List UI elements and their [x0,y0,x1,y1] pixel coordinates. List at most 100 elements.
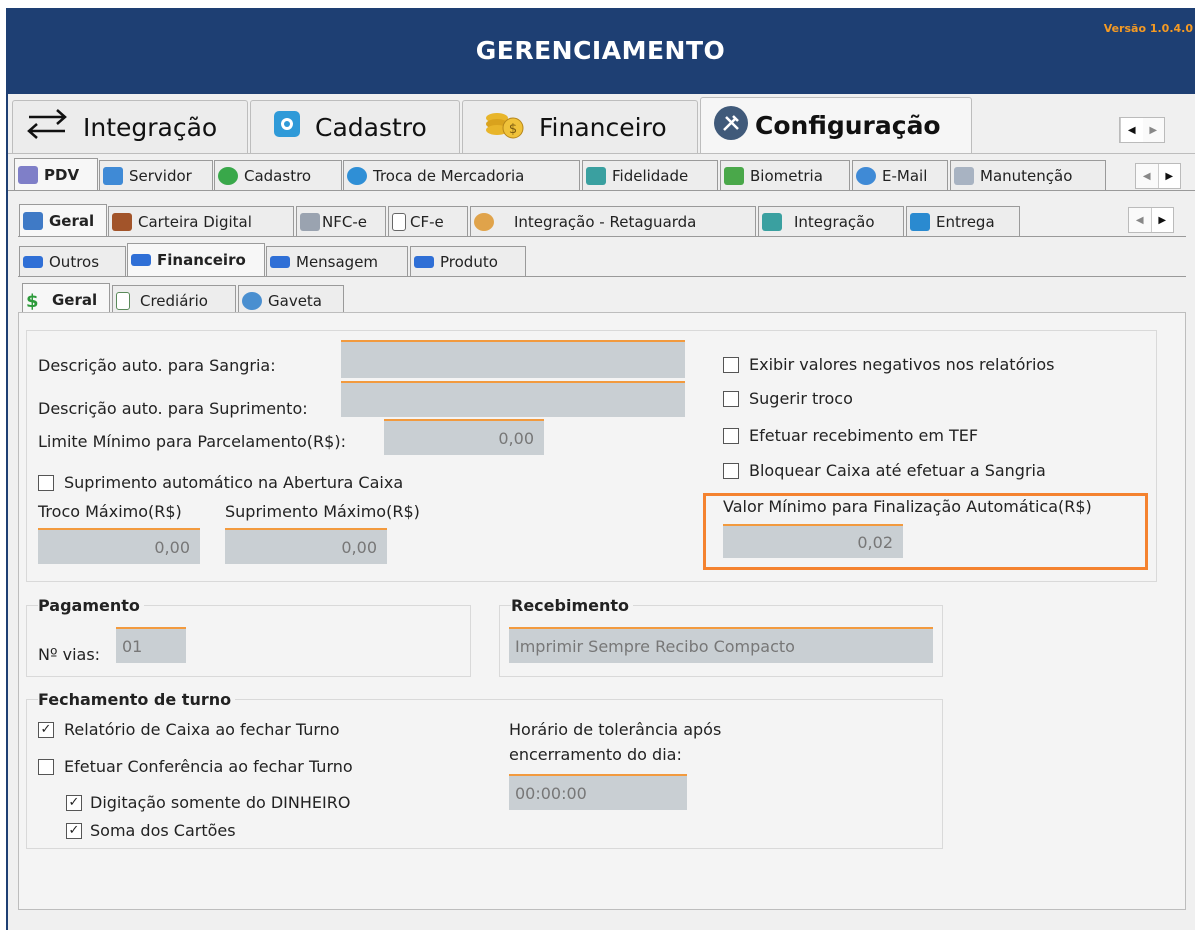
main-tab-cadastro[interactable]: Cadastro [250,100,460,153]
tab-geral-sub[interactable]: $ Geral [22,283,110,315]
scroll-left-icon[interactable]: ◀ [1136,164,1158,188]
tab-crediario[interactable]: Crediário [112,285,236,315]
refresh-icon [586,166,606,185]
tab-label: Fidelidade [612,166,689,185]
tab-label: Financeiro [157,251,246,269]
tab-label: Integração - Retaguarda [514,212,697,231]
checkbox-box[interactable]: ✓ [38,721,54,738]
checkbox-box[interactable] [38,474,54,491]
conferencia-checkbox[interactable]: Efetuar Conferência ao fechar Turno [38,757,353,776]
troco-maximo-input[interactable]: 0,00 [38,528,200,564]
checkbox-label: Suprimento automático na Abertura Caixa [64,473,404,492]
tab-integracao[interactable]: Integração [758,206,904,236]
tab-pdv[interactable]: PDV [14,158,98,191]
tab-biometria[interactable]: Biometria [720,160,850,190]
tab-mensagem[interactable]: Mensagem [266,246,408,276]
checkbox-box[interactable]: ✓ [66,794,82,811]
main-tabs-scroller[interactable]: ◀ ▶ [1119,117,1165,143]
level1-tabs-scroller[interactable]: ◀ ▶ [1135,163,1181,189]
tab-label: Integração [794,212,875,231]
cadastro-icon [271,108,303,146]
checkbox-box[interactable]: ✓ [66,822,82,839]
scroll-right-icon[interactable]: ▶ [1157,164,1180,188]
main-tab-configuracao[interactable]: Configuração [700,97,972,153]
tab-financeiro[interactable]: Financeiro [127,243,265,276]
level2-tabs-scroller[interactable]: ◀ ▶ [1128,207,1174,233]
tab-label: E-Mail [882,166,928,185]
suprimento-input[interactable] [341,381,685,417]
horario-input[interactable]: 00:00:00 [509,774,687,810]
tab-label: Geral [49,211,95,230]
tab-label: Cadastro [244,166,312,185]
biometry-icon [724,166,744,185]
dollar-icon: $ [26,290,39,312]
suprimento-maximo-label: Suprimento Máximo(R$) [225,502,420,521]
tab-label: Servidor [129,166,192,185]
tab-troca-de-mercadoria[interactable]: Troca de Mercadoria [343,160,580,190]
tab-nfce[interactable]: NFC-e [296,206,386,236]
limite-parcelamento-input[interactable]: 0,00 [384,419,544,455]
vias-label: Nº vias: [38,645,101,664]
valor-minimo-input[interactable]: 0,02 [723,524,903,558]
arrows-icon [23,107,71,147]
tab-cfe[interactable]: CF-e [388,206,468,236]
tab-carteira-digital[interactable]: Carteira Digital [108,206,294,236]
tab-label: Troca de Mercadoria [373,166,525,185]
tab-servidor[interactable]: Servidor [99,160,213,190]
main-tab-financeiro[interactable]: $ Financeiro [462,100,698,153]
tab-label: Crediário [140,291,208,310]
checkbox-box[interactable] [723,390,739,407]
tab-cadastro[interactable]: Cadastro [214,160,342,190]
main-tab-integracao[interactable]: Integração [12,100,248,153]
digitacao-dinheiro-checkbox[interactable]: ✓ Digitação somente do DINHEIRO [66,793,350,812]
tab-gaveta[interactable]: Gaveta [238,285,344,315]
valor-minimo-label: Valor Mínimo para Finalização Automática… [723,497,1092,516]
checkbox-box[interactable] [723,427,739,444]
horario-label-line2: encerramento do dia: [509,745,682,764]
scroll-left-icon[interactable]: ◀ [1129,208,1151,232]
tab-integracao-retaguarda[interactable]: Integração - Retaguarda [470,206,756,236]
vias-input[interactable]: 01 [116,627,186,663]
tabs-baseline [8,190,1195,191]
main-tab-label: Financeiro [539,112,667,142]
pdv-icon [18,166,38,184]
tab-label: PDV [44,166,80,184]
efetuar-tef-checkbox[interactable]: Efetuar recebimento em TEF [723,426,978,445]
pagamento-group [26,605,471,677]
checkbox-box[interactable] [723,462,739,479]
sugerir-troco-checkbox[interactable]: Sugerir troco [723,389,853,408]
fechamento-title: Fechamento de turno [38,690,236,709]
sangria-input[interactable] [341,340,685,378]
tab-manutencao[interactable]: Manutenção [950,160,1106,190]
relatorio-caixa-checkbox[interactable]: ✓ Relatório de Caixa ao fechar Turno [38,720,340,739]
suprimento-automatico-checkbox[interactable]: Suprimento automático na Abertura Caixa [38,473,403,492]
scroll-left-icon[interactable]: ◀ [1120,118,1143,142]
scroll-right-icon[interactable]: ▶ [1143,118,1165,142]
checkbox-label: Sugerir troco [749,389,853,408]
tab-entrega[interactable]: Entrega [906,206,1020,236]
tab-label: Geral [52,290,98,309]
tools-icon [713,105,749,147]
mensagem-icon [270,255,290,268]
soma-cartoes-checkbox[interactable]: ✓ Soma dos Cartões [66,821,236,840]
outros-icon [23,255,43,268]
suprimento-maximo-input[interactable]: 0,00 [225,528,387,564]
plus-icon [218,166,238,185]
checkbox-box[interactable] [38,758,54,775]
tab-geral[interactable]: Geral [19,204,107,236]
main-tab-label: Cadastro [315,112,427,142]
checkbox-box[interactable] [723,356,739,373]
tab-fidelidade[interactable]: Fidelidade [582,160,718,190]
tab-email[interactable]: E-Mail [852,160,948,190]
app-title: GERENCIAMENTO [475,36,726,65]
produto-icon [414,255,434,268]
bloquear-caixa-checkbox[interactable]: Bloquear Caixa até efetuar a Sangria [723,461,1046,480]
tab-label: Gaveta [268,291,322,310]
tab-outros[interactable]: Outros [19,246,126,276]
tab-produto[interactable]: Produto [410,246,526,276]
recebimento-select[interactable]: Imprimir Sempre Recibo Compacto [509,627,933,663]
title-bar: GERENCIAMENTO Versão 1.0.4.0 [6,8,1195,94]
tab-label: Biometria [750,166,823,185]
scroll-right-icon[interactable]: ▶ [1150,208,1173,232]
exibir-negativos-checkbox[interactable]: Exibir valores negativos nos relatórios [723,355,1055,374]
